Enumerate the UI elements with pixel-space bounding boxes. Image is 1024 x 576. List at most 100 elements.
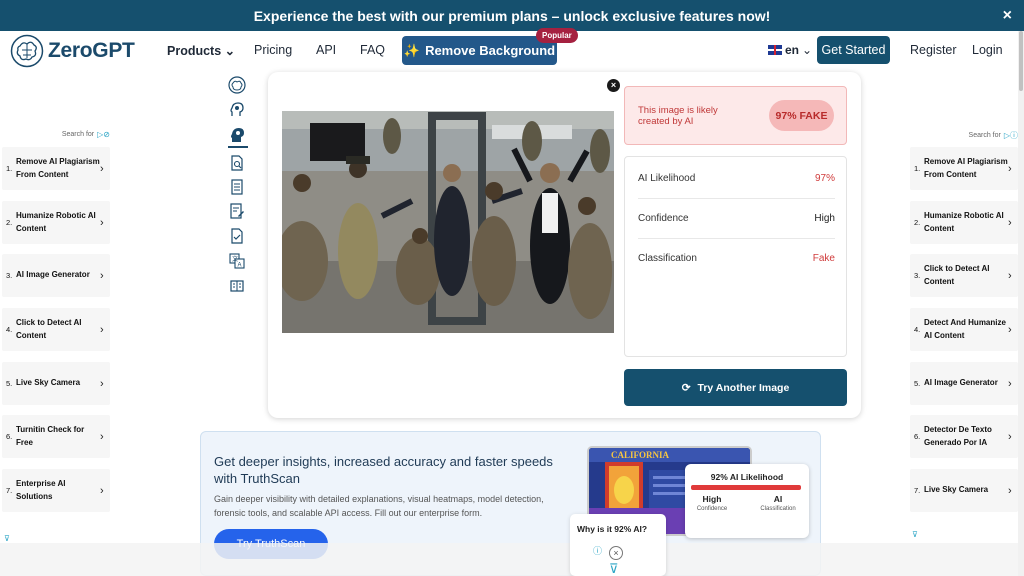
promo-title: Get deeper insights, increased accuracy … (214, 454, 553, 486)
adchoices-icon[interactable]: ⊽ (609, 561, 619, 576)
nav-products[interactable]: Products ⌄ (167, 43, 235, 58)
chevron-right-icon: › (1008, 216, 1012, 229)
ad-item[interactable]: 7. Enterprise AI Solutions › (2, 469, 110, 512)
promo-description: Gain deeper visibility with detailed exp… (214, 494, 544, 518)
login-link[interactable]: Login (972, 43, 1003, 57)
stat-value: Fake (812, 252, 835, 264)
close-icon[interactable]: × (607, 79, 620, 92)
ad-item[interactable]: 6. Detector De Texto Generado Por IA › (910, 415, 1018, 458)
language-label: en (785, 43, 800, 57)
ad-close-icon[interactable]: × (609, 546, 623, 560)
ad-item-number: 3. (914, 271, 921, 280)
ad-item[interactable]: 4. Detect And Humanize AI Content › (910, 308, 1018, 351)
ad-item-number: 2. (6, 218, 13, 227)
ad-column-right: Search for ▷ⓘ 1. Remove AI Plagiarism Fr… (910, 130, 1018, 539)
ad-item-label: Live Sky Camera (924, 485, 989, 495)
logo[interactable]: ZeroGPT (10, 34, 135, 68)
brain-tool-icon[interactable] (228, 76, 246, 94)
nav-faq[interactable]: FAQ (360, 43, 385, 57)
head-gear-icon[interactable] (228, 126, 246, 144)
promo-banner: Experience the best with our premium pla… (0, 0, 1024, 31)
scrollbar[interactable] (1018, 31, 1024, 576)
ad-item-label: Live Sky Camera (16, 378, 81, 388)
chevron-right-icon: › (1008, 430, 1012, 443)
book-icon[interactable] (228, 277, 246, 295)
try-another-image-button[interactable]: ⟳ Try Another Image (624, 369, 847, 406)
try-another-label: Try Another Image (697, 381, 790, 394)
chevron-down-icon: ⌄ (224, 44, 236, 58)
ad-info-icon[interactable]: ⓘ (593, 544, 602, 557)
verdict-score-badge: 97% FAKE (769, 100, 834, 131)
register-link[interactable]: Register (910, 43, 957, 57)
chevron-right-icon: › (100, 323, 104, 336)
why-ai-text: Why is it 92% AI? (577, 524, 648, 534)
result-card: × This image is likely created by AI 97%… (268, 72, 861, 418)
site-header: ZeroGPT Products ⌄ Pricing API FAQ ✨ Rem… (0, 28, 1024, 71)
chevron-right-icon: › (100, 484, 104, 497)
banner-text: Experience the best with our premium pla… (253, 7, 771, 24)
confidence-label: Confidence (696, 506, 728, 512)
ad-item-number: 7. (914, 486, 921, 495)
adchoices-icon[interactable]: ▷⊘ (97, 130, 110, 139)
chevron-right-icon: › (1008, 162, 1012, 175)
stat-value: 97% (814, 173, 835, 184)
ad-item-label: Turnitin Check for Free (16, 424, 85, 447)
adchoices-icon[interactable]: ▷ⓘ (1004, 130, 1018, 141)
ad-item-label: AI Image Generator (16, 270, 90, 280)
uploaded-image (282, 111, 614, 333)
ad-item-label: Detector De Texto Generado Por IA (924, 424, 992, 447)
scrollbar-thumb[interactable] (1019, 31, 1023, 91)
ad-item[interactable]: 3. AI Image Generator › (2, 254, 110, 297)
get-started-button[interactable]: Get Started (817, 36, 890, 64)
ad-item[interactable]: 1. Remove AI Plagiarism From Content › (910, 147, 1018, 190)
stat-value: High (814, 213, 835, 224)
remove-background-button[interactable]: ✨ Remove Background (402, 36, 557, 65)
logo-text: ZeroGPT (48, 39, 135, 62)
ad-item[interactable]: 5. Live Sky Camera › (2, 362, 110, 405)
stat-classification: Classification Fake (638, 238, 835, 278)
ad-item-label: Click to Detect AI Content (16, 317, 82, 340)
search-for-label: Search for (61, 131, 95, 138)
stat-label: Confidence (638, 213, 689, 224)
ad-item-label: Enterprise AI Solutions (16, 478, 66, 501)
ad-item-number: 6. (914, 432, 921, 441)
document-search-icon[interactable] (228, 154, 246, 172)
ad-item-number: 5. (6, 379, 13, 388)
stat-ai-likelihood: AI Likelihood 97% (638, 159, 835, 199)
head-brain-icon[interactable] (228, 101, 246, 119)
ad-item[interactable]: 2. Humanize Robotic AI Content › (910, 201, 1018, 244)
ad-item[interactable]: 2. Humanize Robotic AI Content › (2, 201, 110, 244)
stat-label: Classification (638, 252, 697, 264)
ad-item-number: 2. (914, 218, 921, 227)
uk-flag-icon (768, 45, 782, 55)
likelihood-bar (691, 485, 801, 490)
ad-item[interactable]: 4. Click to Detect AI Content › (2, 308, 110, 351)
adchoices-icon[interactable]: ⊽ (912, 530, 918, 539)
likelihood-classification: AI Classification (753, 494, 803, 512)
ad-item[interactable]: 6. Turnitin Check for Free › (2, 415, 110, 458)
verdict-text: This image is likely created by AI (638, 105, 718, 127)
translate-icon[interactable]: 文A (228, 252, 246, 270)
ad-item[interactable]: 3. Click to Detect AI Content › (910, 254, 1018, 297)
nav-pricing[interactable]: Pricing (254, 43, 292, 57)
likelihood-confidence: High Confidence (687, 494, 737, 512)
document-lines-icon[interactable] (228, 178, 246, 196)
search-for-label: Search for (968, 132, 1001, 139)
adchoices-icon[interactable]: ⊽ (4, 534, 10, 543)
license-state-text: CALIFORNIA (611, 450, 670, 460)
svg-text:A: A (238, 263, 242, 269)
language-selector[interactable]: en ⌄ (768, 43, 812, 57)
remove-background-label: Remove Background (425, 43, 556, 58)
ad-item[interactable]: 1. Remove AI Plagiarism From Content › (2, 147, 110, 190)
banner-close-icon[interactable]: × (1003, 7, 1012, 25)
ad-item-number: 1. (914, 164, 921, 173)
ad-item[interactable]: 5. AI Image Generator › (910, 362, 1018, 405)
ad-item-number: 1. (6, 164, 13, 173)
document-check-icon[interactable] (228, 227, 246, 245)
ad-item-label: Remove AI Plagiarism From Content (924, 156, 1008, 179)
ad-item-number: 4. (914, 325, 921, 334)
nav-api[interactable]: API (316, 43, 336, 57)
ad-item[interactable]: 7. Live Sky Camera › (910, 469, 1018, 512)
chevron-right-icon: › (100, 162, 104, 175)
document-edit-icon[interactable] (228, 202, 246, 220)
